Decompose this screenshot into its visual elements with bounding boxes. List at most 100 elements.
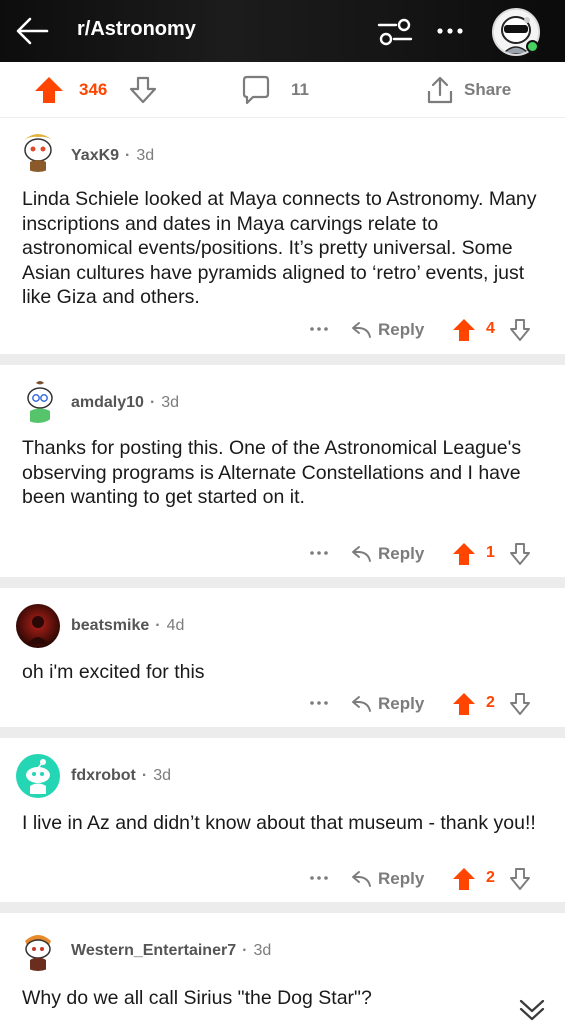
snoo-avatar-icon — [16, 379, 60, 423]
comment-body: Linda Schiele looked at Maya connects to… — [22, 188, 537, 308]
comment-age: 3d — [153, 767, 171, 784]
comment-score: 4 — [486, 320, 495, 337]
comment-author[interactable]: Western_Entertainer7 — [71, 942, 236, 959]
comment-author[interactable]: YaxK9 — [71, 147, 119, 164]
chevron-double-down-icon — [519, 999, 545, 1021]
comment-separator — [0, 902, 565, 913]
share-label: Share — [464, 80, 512, 99]
comment-upvote-button[interactable] — [452, 542, 476, 566]
comment-upvote-button[interactable] — [452, 867, 476, 891]
ellipsis-icon — [310, 327, 328, 331]
reply-button[interactable]: Reply — [350, 866, 424, 892]
comment-downvote-button[interactable] — [508, 692, 532, 716]
reply-button[interactable]: Reply — [350, 691, 424, 717]
comment: beatsmike · 4d oh i'm excited for this Rep… — [0, 588, 565, 726]
reply-button[interactable]: Reply — [350, 541, 424, 567]
post-upvote-button[interactable] — [32, 75, 66, 105]
comment: fdxrobot · 3d I live in Az and didn’t know… — [0, 738, 565, 901]
comment-separator — [0, 354, 565, 365]
next-comment-button[interactable] — [510, 990, 554, 1024]
upvote-filled-icon — [453, 693, 475, 715]
comment-downvote-button[interactable] — [508, 542, 532, 566]
comment-meta: beatsmike · 4d — [71, 617, 184, 635]
back-button[interactable] — [14, 14, 50, 48]
comment-meta: fdxrobot · 3d — [71, 767, 171, 785]
arrow-left-icon — [16, 17, 49, 45]
snoo-avatar-icon — [16, 754, 60, 798]
subreddit-title[interactable]: r/Astronomy — [77, 18, 196, 41]
comment-body: Thanks for posting this. One of the Astr… — [22, 437, 522, 508]
photo-avatar-icon — [16, 604, 60, 648]
comment-bubble-icon — [242, 75, 270, 105]
comment-score: 1 — [486, 544, 495, 561]
top-app-bar: r/Astronomy — [0, 0, 565, 62]
meta-dot: · — [125, 147, 131, 164]
reply-arrow-icon — [352, 322, 371, 338]
comment-age: 3d — [161, 394, 180, 411]
comment-avatar[interactable] — [16, 604, 60, 648]
meta-dot: · — [242, 942, 248, 959]
filter-button[interactable] — [376, 17, 414, 47]
comment: amdaly10 · 3d Thanks for posting this. One… — [0, 365, 565, 577]
meta-dot: · — [155, 617, 161, 634]
comment-more-button[interactable] — [308, 866, 330, 890]
comment-more-button[interactable] — [308, 541, 330, 565]
post-comments-button[interactable] — [240, 74, 272, 106]
comment-meta: amdaly10 · 3d — [71, 394, 179, 412]
comment-body: Why do we all call Sirius "the Dog Star"… — [22, 987, 372, 1009]
comment-separator — [0, 727, 565, 738]
share-icon — [427, 76, 453, 104]
comment-separator — [0, 577, 565, 588]
comment-meta: YaxK9 · 3d — [71, 147, 154, 165]
downvote-icon — [510, 543, 530, 565]
reply-label: Reply — [378, 544, 425, 563]
comment-age: 3d — [253, 942, 272, 959]
comment-actions: Reply 4 — [300, 317, 550, 343]
reply-label: Reply — [378, 694, 425, 713]
comment-avatar[interactable] — [16, 379, 60, 423]
more-options-button[interactable] — [434, 22, 466, 40]
comment-actions: Reply 2 — [300, 866, 550, 892]
downvote-icon — [129, 76, 157, 104]
ellipsis-icon — [310, 551, 328, 555]
comment-author[interactable]: fdxrobot — [71, 767, 136, 784]
upvote-filled-icon — [453, 319, 475, 341]
share-button[interactable]: Share — [426, 75, 526, 105]
reply-arrow-icon — [352, 546, 371, 562]
upvote-filled-icon — [35, 77, 63, 103]
comment-age: 3d — [136, 147, 155, 164]
reply-label: Reply — [378, 869, 425, 888]
comment: YaxK9 · 3d Linda Schiele looked at Maya co… — [0, 118, 565, 354]
reply-arrow-icon — [352, 871, 371, 887]
downvote-icon — [510, 319, 530, 341]
snoo-avatar-icon — [16, 927, 60, 971]
comment-more-button[interactable] — [308, 691, 330, 715]
comment-downvote-button[interactable] — [508, 318, 532, 342]
comment-author[interactable]: amdaly10 — [71, 394, 144, 411]
comment-avatar[interactable] — [16, 754, 60, 798]
comment-avatar[interactable] — [16, 128, 60, 172]
comment-more-button[interactable] — [308, 317, 330, 341]
comment-score: 2 — [486, 694, 495, 711]
reply-label: Reply — [378, 320, 425, 339]
post-score: 346 — [79, 80, 108, 99]
comment-author[interactable]: beatsmike — [71, 617, 149, 634]
comment-actions: Reply 2 — [300, 691, 550, 717]
reply-arrow-icon — [352, 696, 371, 712]
reply-button[interactable]: Reply — [350, 317, 424, 343]
comment-downvote-button[interactable] — [508, 867, 532, 891]
comment-body: oh i'm excited for this — [22, 661, 205, 683]
ellipsis-icon — [310, 701, 328, 705]
post-downvote-button[interactable] — [128, 75, 158, 105]
comment-meta: Western_Entertainer7 · 3d — [71, 942, 271, 960]
downvote-icon — [510, 868, 530, 890]
comment-upvote-button[interactable] — [452, 692, 476, 716]
online-status-dot — [526, 40, 539, 53]
meta-dot: · — [141, 767, 148, 784]
comment-score: 2 — [486, 869, 495, 886]
upvote-filled-icon — [453, 543, 475, 565]
ellipsis-icon — [310, 876, 328, 880]
comment-upvote-button[interactable] — [452, 318, 476, 342]
downvote-icon — [510, 693, 530, 715]
comment-avatar[interactable] — [16, 927, 60, 971]
